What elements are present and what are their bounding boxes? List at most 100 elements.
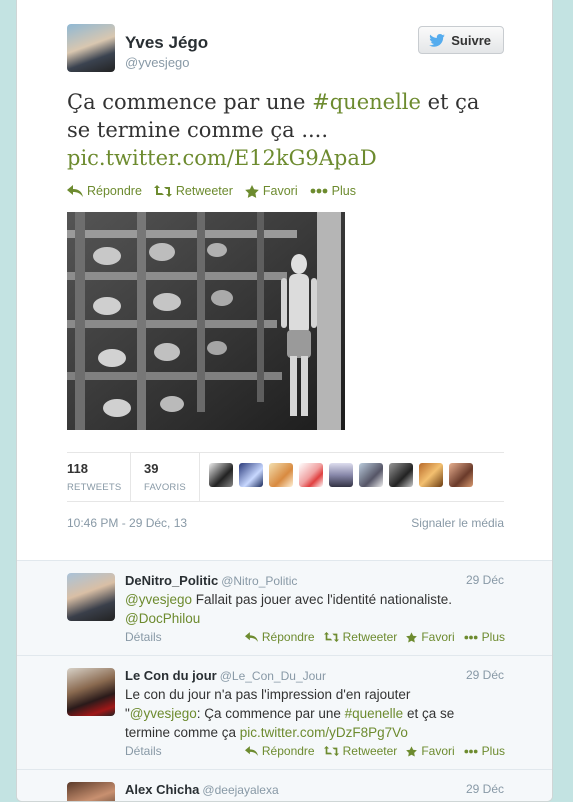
reply-text-line: : Ça commence par une bbox=[196, 706, 345, 721]
favorites-stat[interactable]: 39 FAVORIS bbox=[144, 461, 186, 493]
tweet-text: Ça commence par une #quenelle et ça se t… bbox=[67, 88, 487, 172]
avatar[interactable] bbox=[389, 463, 413, 487]
more-label: Plus bbox=[331, 184, 356, 198]
favorites-label: FAVORIS bbox=[144, 482, 186, 493]
stat-divider bbox=[199, 453, 200, 501]
pic-link[interactable]: pic.twitter.com/yDzF8Pg7Vo bbox=[240, 725, 408, 740]
avatar[interactable] bbox=[209, 463, 233, 487]
star-icon bbox=[245, 184, 259, 198]
mention-link[interactable]: @DocPhilou bbox=[125, 611, 200, 626]
reply-date[interactable]: 29 Déc bbox=[466, 573, 504, 587]
reply-icon bbox=[67, 185, 83, 197]
reply-author-handle: @Nitro_Politic bbox=[221, 574, 298, 588]
report-media-link[interactable]: Signaler le média bbox=[411, 516, 504, 530]
avatar[interactable] bbox=[449, 463, 473, 487]
tweet-stats: 118 RETWEETS 39 FAVORIS bbox=[67, 452, 504, 502]
more-label: Plus bbox=[481, 630, 505, 644]
reply-author[interactable]: Alex Chicha @deejayalexa bbox=[125, 782, 279, 797]
reply-text-line: termine comme ça bbox=[125, 725, 240, 740]
stat-divider bbox=[130, 453, 131, 501]
star-icon bbox=[406, 745, 418, 757]
tweet-photo[interactable] bbox=[67, 212, 345, 430]
retweet-icon bbox=[323, 746, 339, 756]
reply-footer: Détails Répondre Retweeter Favori Plus bbox=[125, 744, 505, 758]
more-action[interactable]: Plus bbox=[464, 744, 505, 758]
retweet-action[interactable]: Retweeter bbox=[153, 184, 233, 198]
more-dots-icon bbox=[464, 635, 478, 639]
hashtag-link[interactable]: #quenelle bbox=[345, 706, 404, 721]
retweets-count: 118 bbox=[67, 461, 88, 476]
reply-label: Répondre bbox=[261, 744, 315, 758]
more-action[interactable]: Plus bbox=[310, 184, 356, 198]
favorite-label: Favori bbox=[262, 184, 298, 198]
favorite-label: Favori bbox=[421, 744, 455, 758]
hashtag-link[interactable]: #quenelle bbox=[312, 90, 421, 114]
twitter-bird-icon bbox=[429, 33, 446, 47]
retweet-action[interactable]: Retweeter bbox=[323, 630, 397, 644]
avatar[interactable] bbox=[67, 668, 115, 716]
tweet-actions: Répondre Retweeter Favori Plus bbox=[67, 184, 356, 198]
avatar[interactable] bbox=[269, 463, 293, 487]
tweet-timestamp[interactable]: 10:46 PM - 29 Déc, 13 bbox=[67, 516, 187, 530]
author-handle[interactable]: @yvesjego bbox=[125, 55, 190, 70]
retweets-label: RETWEETS bbox=[67, 482, 122, 493]
reply-item: Le Con du jour @Le_Con_Du_Jour 29 Déc Le … bbox=[17, 656, 552, 770]
favorite-action[interactable]: Favori bbox=[245, 184, 298, 198]
reply-item: DeNitro_Politic @Nitro_Politic 29 Déc @yv… bbox=[17, 561, 552, 656]
favorite-action[interactable]: Favori bbox=[406, 744, 455, 758]
favoriter-avatars bbox=[209, 463, 473, 487]
reply-text: Le con du jour n'a pas l'impression d'en… bbox=[125, 685, 505, 742]
more-dots-icon bbox=[310, 188, 328, 194]
reply-action[interactable]: Répondre bbox=[67, 184, 142, 198]
reply-author-name: DeNitro_Politic bbox=[125, 573, 219, 588]
avatar[interactable] bbox=[359, 463, 383, 487]
favorite-label: Favori bbox=[421, 630, 455, 644]
reply-date[interactable]: 29 Déc bbox=[466, 668, 504, 682]
reply-author-name: Alex Chicha bbox=[125, 782, 200, 797]
author-name[interactable]: Yves Jégo bbox=[125, 33, 208, 53]
more-action[interactable]: Plus bbox=[464, 630, 505, 644]
star-icon bbox=[406, 631, 418, 643]
reply-icon bbox=[244, 632, 258, 642]
photo-image bbox=[67, 212, 345, 430]
reply-author-name: Le Con du jour bbox=[125, 668, 217, 683]
reply-text: @yvesjego Fallait pas jouer avec l'ident… bbox=[125, 590, 505, 628]
author-avatar[interactable] bbox=[67, 24, 115, 72]
reply-author[interactable]: DeNitro_Politic @Nitro_Politic bbox=[125, 573, 297, 588]
retweet-label: Retweeter bbox=[342, 744, 398, 758]
reply-actions: Répondre Retweeter Favori Plus bbox=[244, 630, 505, 644]
pic-link[interactable]: pic.twitter.com/E12kG9ApaD bbox=[67, 146, 377, 170]
follow-label: Suivre bbox=[451, 32, 491, 48]
details-link[interactable]: Détails bbox=[125, 744, 162, 758]
reply-icon bbox=[244, 746, 258, 756]
follow-button[interactable]: Suivre bbox=[418, 26, 504, 54]
avatar[interactable] bbox=[329, 463, 353, 487]
reply-text-line: Le con du jour n'a pas l'impression d'en… bbox=[125, 687, 411, 702]
avatar[interactable] bbox=[239, 463, 263, 487]
reply-footer: Détails Répondre Retweeter Favori Plus bbox=[125, 630, 505, 644]
reply-text-body: Fallait pas jouer avec l'identité nation… bbox=[192, 592, 452, 607]
favorites-count: 39 bbox=[144, 461, 159, 476]
more-dots-icon bbox=[464, 749, 478, 753]
reply-label: Répondre bbox=[87, 184, 142, 198]
retweet-action[interactable]: Retweeter bbox=[323, 744, 398, 758]
avatar[interactable] bbox=[299, 463, 323, 487]
reply-author[interactable]: Le Con du jour @Le_Con_Du_Jour bbox=[125, 668, 326, 683]
reply-item: Alex Chicha @deejayalexa 29 Déc bbox=[17, 770, 552, 801]
details-link[interactable]: Détails bbox=[125, 630, 162, 644]
retweets-stat[interactable]: 118 RETWEETS bbox=[67, 461, 121, 493]
avatar[interactable] bbox=[67, 782, 115, 801]
replies-list: DeNitro_Politic @Nitro_Politic 29 Déc @yv… bbox=[17, 560, 552, 801]
reply-action[interactable]: Répondre bbox=[244, 744, 315, 758]
reply-label: Répondre bbox=[261, 630, 315, 644]
favorite-action[interactable]: Favori bbox=[406, 630, 455, 644]
avatar[interactable] bbox=[419, 463, 443, 487]
avatar[interactable] bbox=[67, 573, 115, 621]
reply-text-line: et ça se bbox=[403, 706, 455, 721]
retweet-icon bbox=[323, 632, 339, 642]
reply-actions: Répondre Retweeter Favori Plus bbox=[244, 744, 505, 758]
mention-link[interactable]: @yvesjego bbox=[125, 592, 192, 607]
reply-date[interactable]: 29 Déc bbox=[466, 782, 504, 796]
mention-link[interactable]: @yvesjego bbox=[130, 706, 197, 721]
reply-action[interactable]: Répondre bbox=[244, 630, 315, 644]
